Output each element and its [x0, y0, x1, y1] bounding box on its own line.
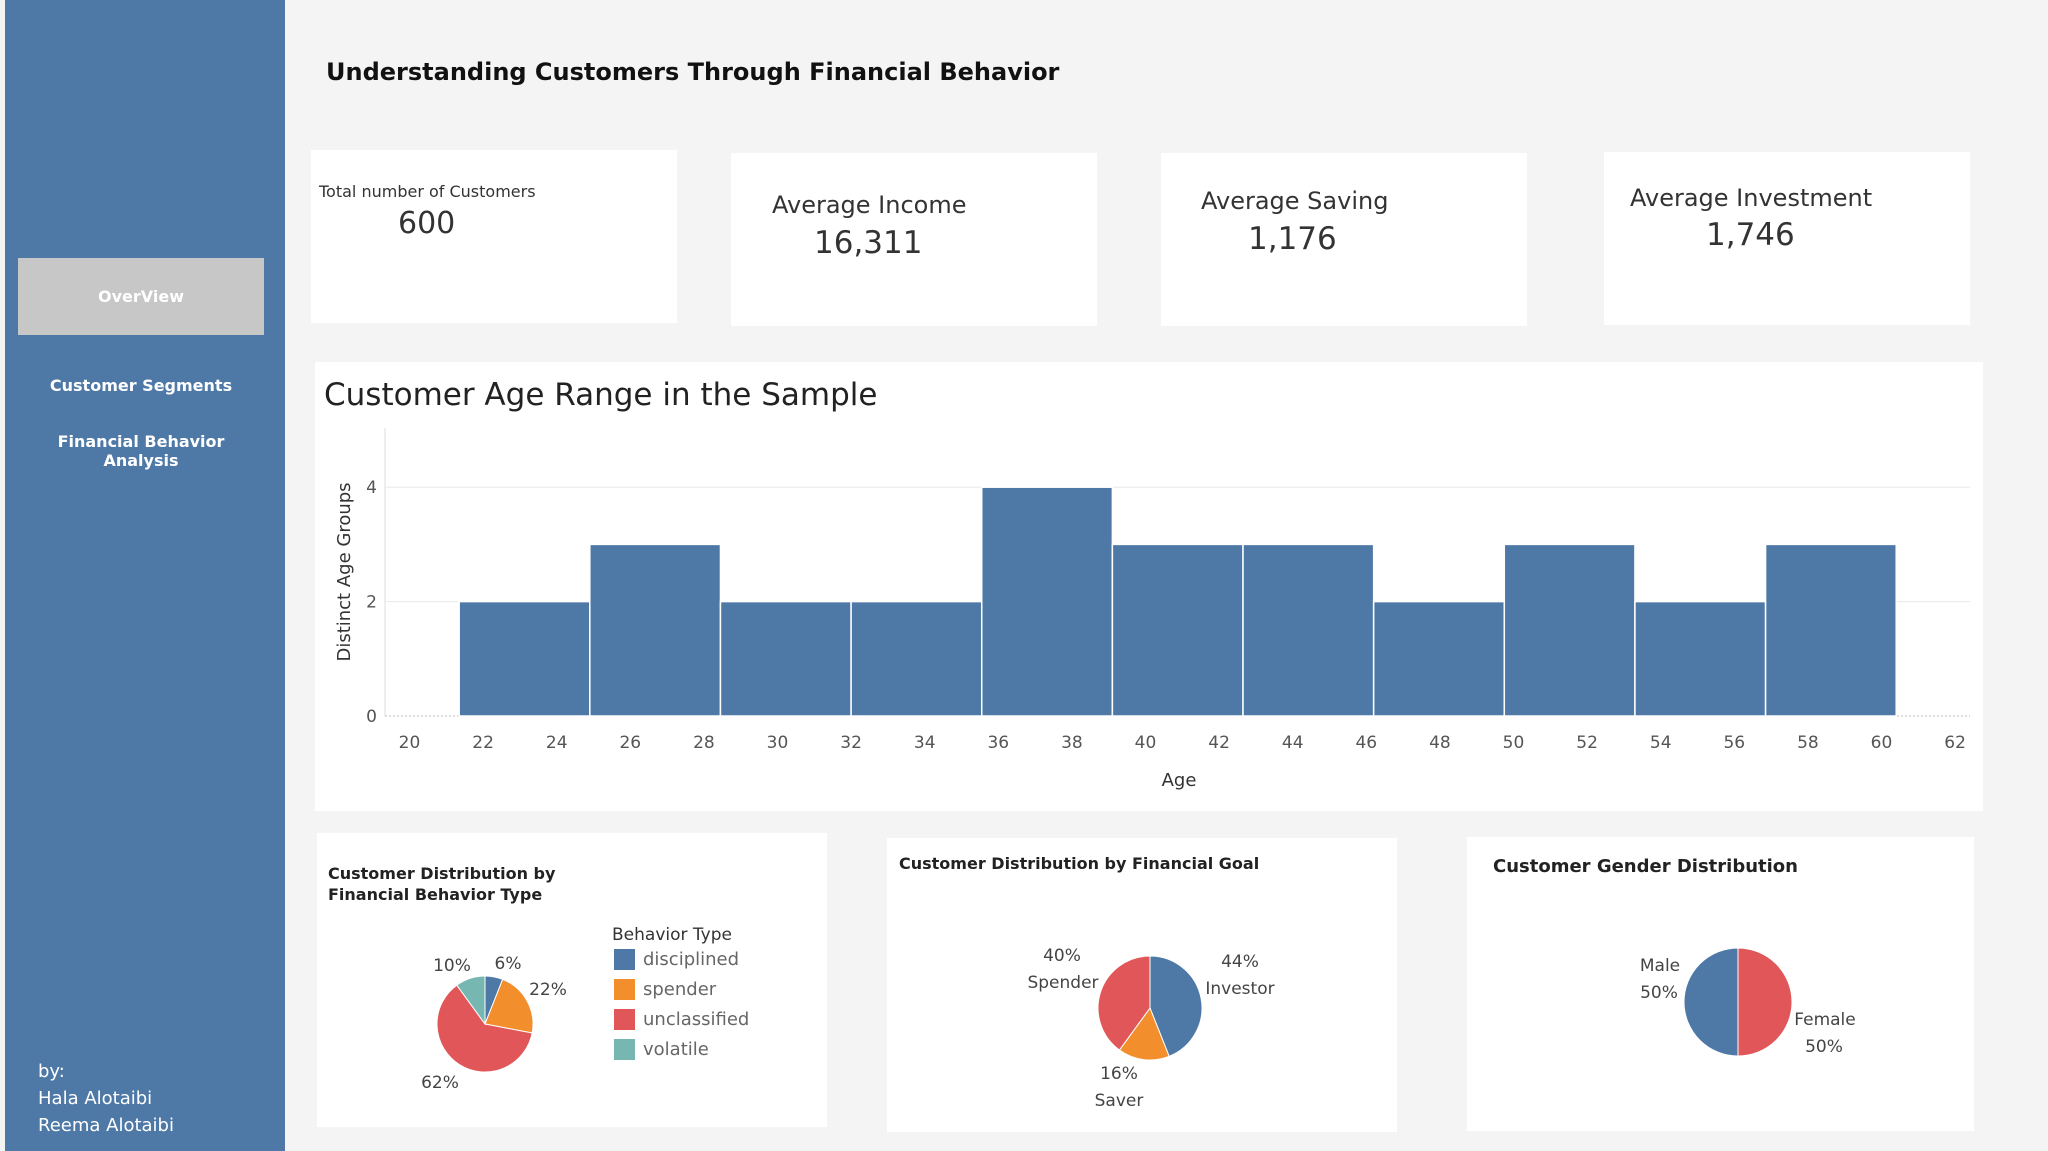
x-tick-label: 34	[914, 733, 936, 753]
x-tick-label: 20	[399, 733, 421, 753]
histogram-bar	[589, 543, 722, 717]
x-tick-label: 56	[1723, 733, 1745, 753]
legend-label: disciplined	[643, 949, 740, 970]
x-tick-label: 22	[472, 733, 494, 753]
x-tick-label: 38	[1061, 733, 1083, 753]
histogram-bar	[850, 600, 983, 717]
behavior-pie-panel: Customer Distribution by Financial Behav…	[317, 833, 827, 1127]
legend-item-volatile[interactable]: volatile	[614, 1039, 709, 1060]
histogram-bar	[1372, 600, 1506, 717]
legend-item-spender[interactable]: spender	[614, 979, 716, 1000]
behavior-pie-title-line-2: Financial Behavior Type	[328, 885, 543, 904]
x-tick-label: 44	[1282, 733, 1304, 753]
histogram-bar	[1634, 600, 1767, 717]
x-tick-label: 36	[987, 733, 1009, 753]
x-tick-label: 32	[840, 733, 862, 753]
x-tick-label: 48	[1429, 733, 1451, 753]
y-tick-label: 0	[366, 707, 377, 727]
y-tick-label: 2	[366, 593, 377, 613]
histogram-bar	[980, 486, 1114, 717]
y-tick-label: 4	[366, 478, 377, 498]
behavior-pie-title-line-1: Customer Distribution by	[328, 864, 556, 883]
gender-pie-panel: Customer Gender Distribution	[1467, 837, 1974, 1131]
legend-swatch	[614, 1039, 635, 1060]
x-axis-label: Age	[1162, 770, 1197, 791]
gender-pie-title: Customer Gender Distribution	[1493, 856, 1798, 877]
x-tick-label: 24	[546, 733, 568, 753]
x-tick-label: 60	[1871, 733, 1893, 753]
histogram-bar	[1503, 543, 1636, 717]
x-tick-label: 26	[619, 733, 641, 753]
legend-swatch	[614, 1009, 635, 1030]
legend-item-unclassified[interactable]: unclassified	[614, 1009, 749, 1030]
legend-item-disciplined[interactable]: disciplined	[614, 949, 739, 970]
legend-label: spender	[643, 979, 717, 1000]
x-tick-label: 50	[1503, 733, 1525, 753]
y-axis-label: Distinct Age Groups	[334, 482, 355, 661]
legend-swatch	[614, 979, 635, 1000]
legend-label: volatile	[643, 1039, 709, 1060]
legend-swatch	[614, 949, 635, 970]
behavior-pie-title: Customer Distribution by Financial Behav…	[328, 863, 555, 905]
x-tick-label: 52	[1576, 733, 1598, 753]
histogram-bar	[458, 600, 591, 717]
x-tick-label: 54	[1650, 733, 1672, 753]
x-tick-label: 46	[1355, 733, 1377, 753]
x-tick-label: 62	[1944, 733, 1966, 753]
x-tick-label: 30	[767, 733, 789, 753]
legend-label: unclassified	[643, 1009, 750, 1030]
histogram-bar	[719, 600, 852, 717]
goal-pie-panel: Customer Distribution by Financial Goal	[887, 838, 1397, 1132]
goal-pie-title: Customer Distribution by Financial Goal	[899, 854, 1260, 873]
x-tick-label: 28	[693, 733, 715, 753]
histogram-bar	[1111, 543, 1244, 717]
behavior-legend-title: Behavior Type	[612, 925, 732, 945]
histogram-bar	[1764, 543, 1897, 717]
x-tick-label: 58	[1797, 733, 1819, 753]
x-tick-label: 42	[1208, 733, 1230, 753]
x-tick-label: 40	[1135, 733, 1157, 753]
histogram-bar	[1242, 543, 1375, 717]
